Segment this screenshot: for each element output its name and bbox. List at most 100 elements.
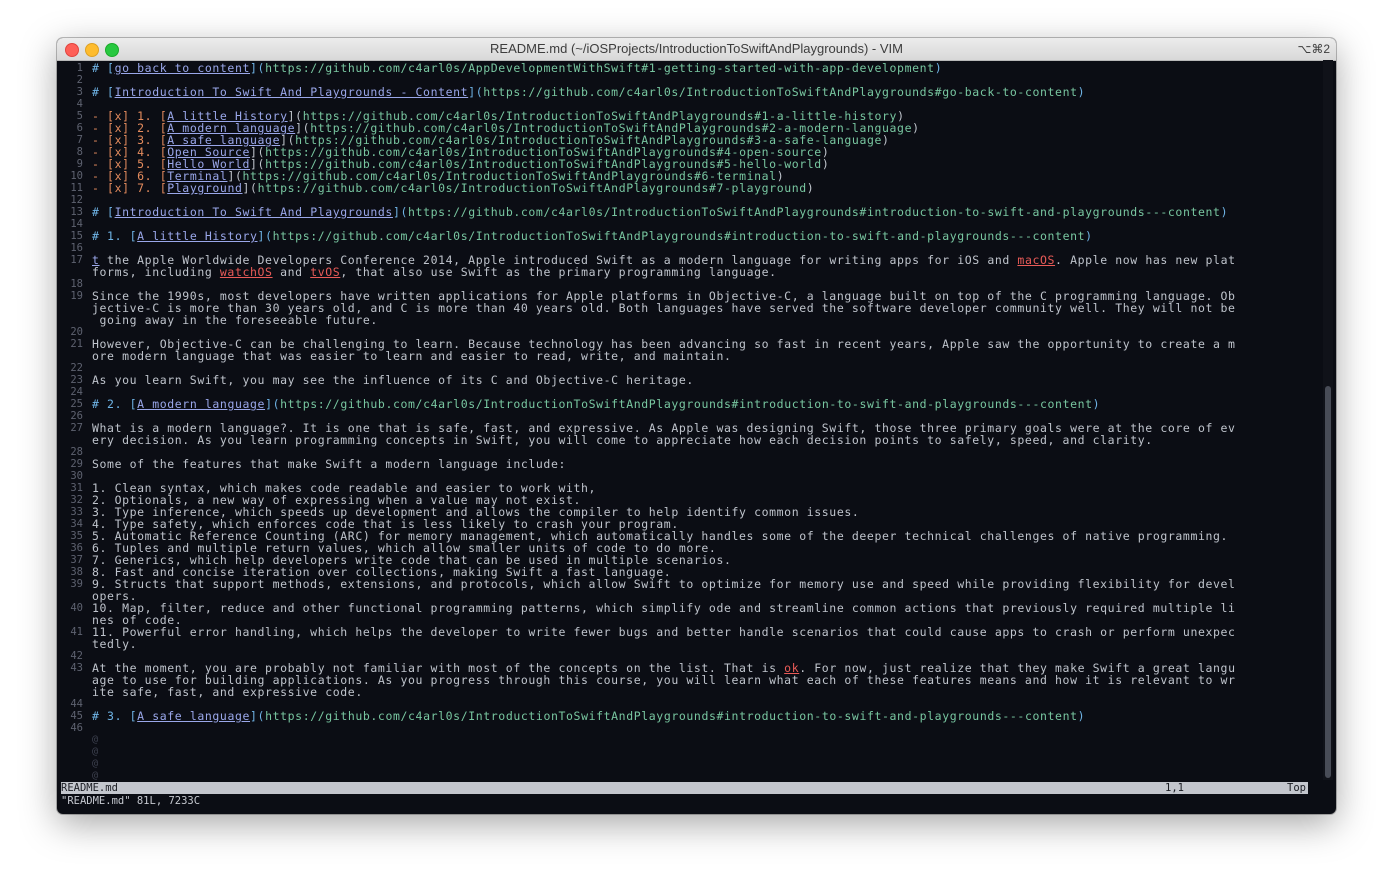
text-segment: # 1. [ — [92, 229, 138, 243]
line-number: 38 — [70, 566, 83, 578]
text-segment: tedly. — [92, 637, 138, 651]
text-segment: ore modern language that was easier to l… — [92, 349, 732, 363]
text-line[interactable]: 9. Structs that support methods, extensi… — [92, 578, 1236, 590]
line-number: 22 — [70, 362, 83, 374]
status-line: README.md 1,1 Top — [61, 782, 1308, 794]
line-number: 36 — [70, 542, 83, 554]
text-segment: As you learn Swift, you may see the infl… — [92, 373, 694, 387]
line-number: 16 — [70, 242, 83, 254]
line-number: 4 — [76, 98, 83, 110]
text-line[interactable]: going away in the foreseeable future. — [92, 314, 378, 326]
filler-line-marker: @ — [92, 758, 99, 769]
text-segment: # [ — [92, 85, 115, 99]
line-number: 19 — [70, 290, 83, 302]
text-line[interactable]: - [x] 7. [Playground](https://github.com… — [92, 182, 814, 194]
line-number: 7 — [76, 134, 83, 146]
line-number: 44 — [70, 698, 83, 710]
scrollbar[interactable] — [1323, 60, 1333, 780]
text-segment: ) — [821, 157, 830, 171]
text-line[interactable]: # 3. [A safe language](https://github.co… — [92, 710, 1085, 722]
spell-error-word: watchOS — [219, 265, 273, 279]
text-line[interactable]: As you learn Swift, you may see the infl… — [92, 374, 694, 386]
text-segment: ]( — [250, 61, 266, 75]
window-shortcut: ⌥⌘2 — [1297, 42, 1330, 56]
line-number: 45 — [70, 710, 83, 722]
text-segment: ery decision. As you learn programming c… — [92, 433, 1153, 447]
line-number: 32 — [70, 494, 83, 506]
markdown-link-text: Introduction To Swift And Playgrounds - … — [114, 85, 469, 99]
text-segment: ) — [1085, 229, 1093, 243]
text-segment: . Apple now has new plat — [1055, 253, 1236, 267]
markdown-link-text: Introduction To Swift And Playgrounds — [114, 205, 393, 219]
text-segment: 11. Powerful error handling, which helps… — [92, 625, 1236, 639]
markdown-link-text: A safe language — [137, 709, 251, 723]
text-segment: ]( — [242, 181, 258, 195]
text-segment: ) — [934, 61, 943, 75]
filler-line-marker: @ — [92, 734, 99, 745]
markdown-link-url: https://github.com/c4arl0s/IntroductionT… — [272, 229, 1086, 243]
text-segment: # [ — [92, 205, 115, 219]
line-number: 18 — [70, 278, 83, 290]
text-segment: # 2. [ — [92, 397, 138, 411]
line-number: 9 — [76, 158, 83, 170]
markdown-link-text: go back to content — [114, 61, 251, 75]
text-segment: and — [272, 265, 311, 279]
markdown-link-text: A little History — [137, 229, 258, 243]
text-line[interactable]: 11. Powerful error handling, which helps… — [92, 626, 1236, 638]
line-number: 26 — [70, 410, 83, 422]
line-number: 33 — [70, 506, 83, 518]
line-number: 30 — [70, 470, 83, 482]
text-line[interactable]: # 1. [A little History](https://github.c… — [92, 230, 1093, 242]
line-number: 6 — [76, 122, 83, 134]
text-line[interactable]: ery decision. As you learn programming c… — [92, 434, 1153, 446]
line-number: 28 — [70, 446, 83, 458]
line-number: 14 — [70, 218, 83, 230]
line-number: 34 — [70, 518, 83, 530]
line-number: 5 — [76, 110, 83, 122]
text-line[interactable]: 10. Map, filter, reduce and other functi… — [92, 602, 1236, 614]
text-segment: ]( — [257, 229, 273, 243]
text-line[interactable]: tedly. — [92, 638, 137, 650]
text-segment: , that also use Swift as the primary pro… — [340, 265, 777, 279]
line-number: 42 — [70, 650, 83, 662]
text-line[interactable]: forms, including watchOS and tvOS, that … — [92, 266, 777, 278]
text-segment: forms, including — [92, 265, 220, 279]
markdown-link-url: https://github.com/c4arl0s/AppDevelopmen… — [265, 61, 935, 75]
line-number: 39 — [70, 578, 83, 590]
spell-error-word: macOS — [1017, 253, 1056, 267]
text-line[interactable]: # [Introduction To Swift And Playgrounds… — [92, 206, 1228, 218]
line-number: 15 — [70, 230, 83, 242]
line-number: 37 — [70, 554, 83, 566]
text-line[interactable]: ite safe, fast, and expressive code. — [92, 686, 363, 698]
line-number: 43 — [70, 662, 83, 674]
line-number: 23 — [70, 374, 83, 386]
editor-buffer[interactable]: 1 # [go back to content](https://github.c… — [57, 60, 1321, 780]
text-segment: ) — [912, 121, 920, 135]
text-segment: 10. Map, filter, reduce and other functi… — [92, 601, 1236, 615]
line-number: 11 — [70, 182, 83, 194]
line-number: 29 — [70, 458, 83, 470]
text-segment: ) — [882, 133, 890, 147]
text-segment: ) — [806, 181, 815, 195]
text-line[interactable]: # [go back to content](https://github.co… — [92, 62, 942, 74]
text-line[interactable]: Some of the features that make Swift a m… — [92, 458, 566, 470]
text-segment: ) — [1220, 205, 1229, 219]
line-number: 46 — [70, 722, 83, 734]
text-segment: ]( — [250, 709, 266, 723]
scrollbar-thumb[interactable] — [1325, 386, 1331, 778]
text-line[interactable]: # [Introduction To Swift And Playgrounds… — [92, 86, 1085, 98]
text-segment: - [x] 7. [ — [92, 181, 168, 195]
text-segment: ]( — [468, 85, 484, 99]
text-segment: ) — [1077, 709, 1086, 723]
text-line[interactable]: # 2. [A modern language](https://github.… — [92, 398, 1100, 410]
text-line[interactable]: ore modern language that was easier to l… — [92, 350, 732, 362]
markdown-link-url: https://github.com/c4arl0s/IntroductionT… — [408, 205, 1221, 219]
line-number: 20 — [70, 326, 83, 338]
line-number: 1 — [76, 62, 83, 74]
command-line[interactable]: "README.md" 81L, 7233C — [61, 795, 200, 807]
line-number: 27 — [70, 422, 83, 434]
line-number: 35 — [70, 530, 83, 542]
line-number: 2 — [76, 74, 83, 86]
status-cursor-position: 1,1 — [1165, 782, 1184, 794]
line-number: 31 — [70, 482, 83, 494]
